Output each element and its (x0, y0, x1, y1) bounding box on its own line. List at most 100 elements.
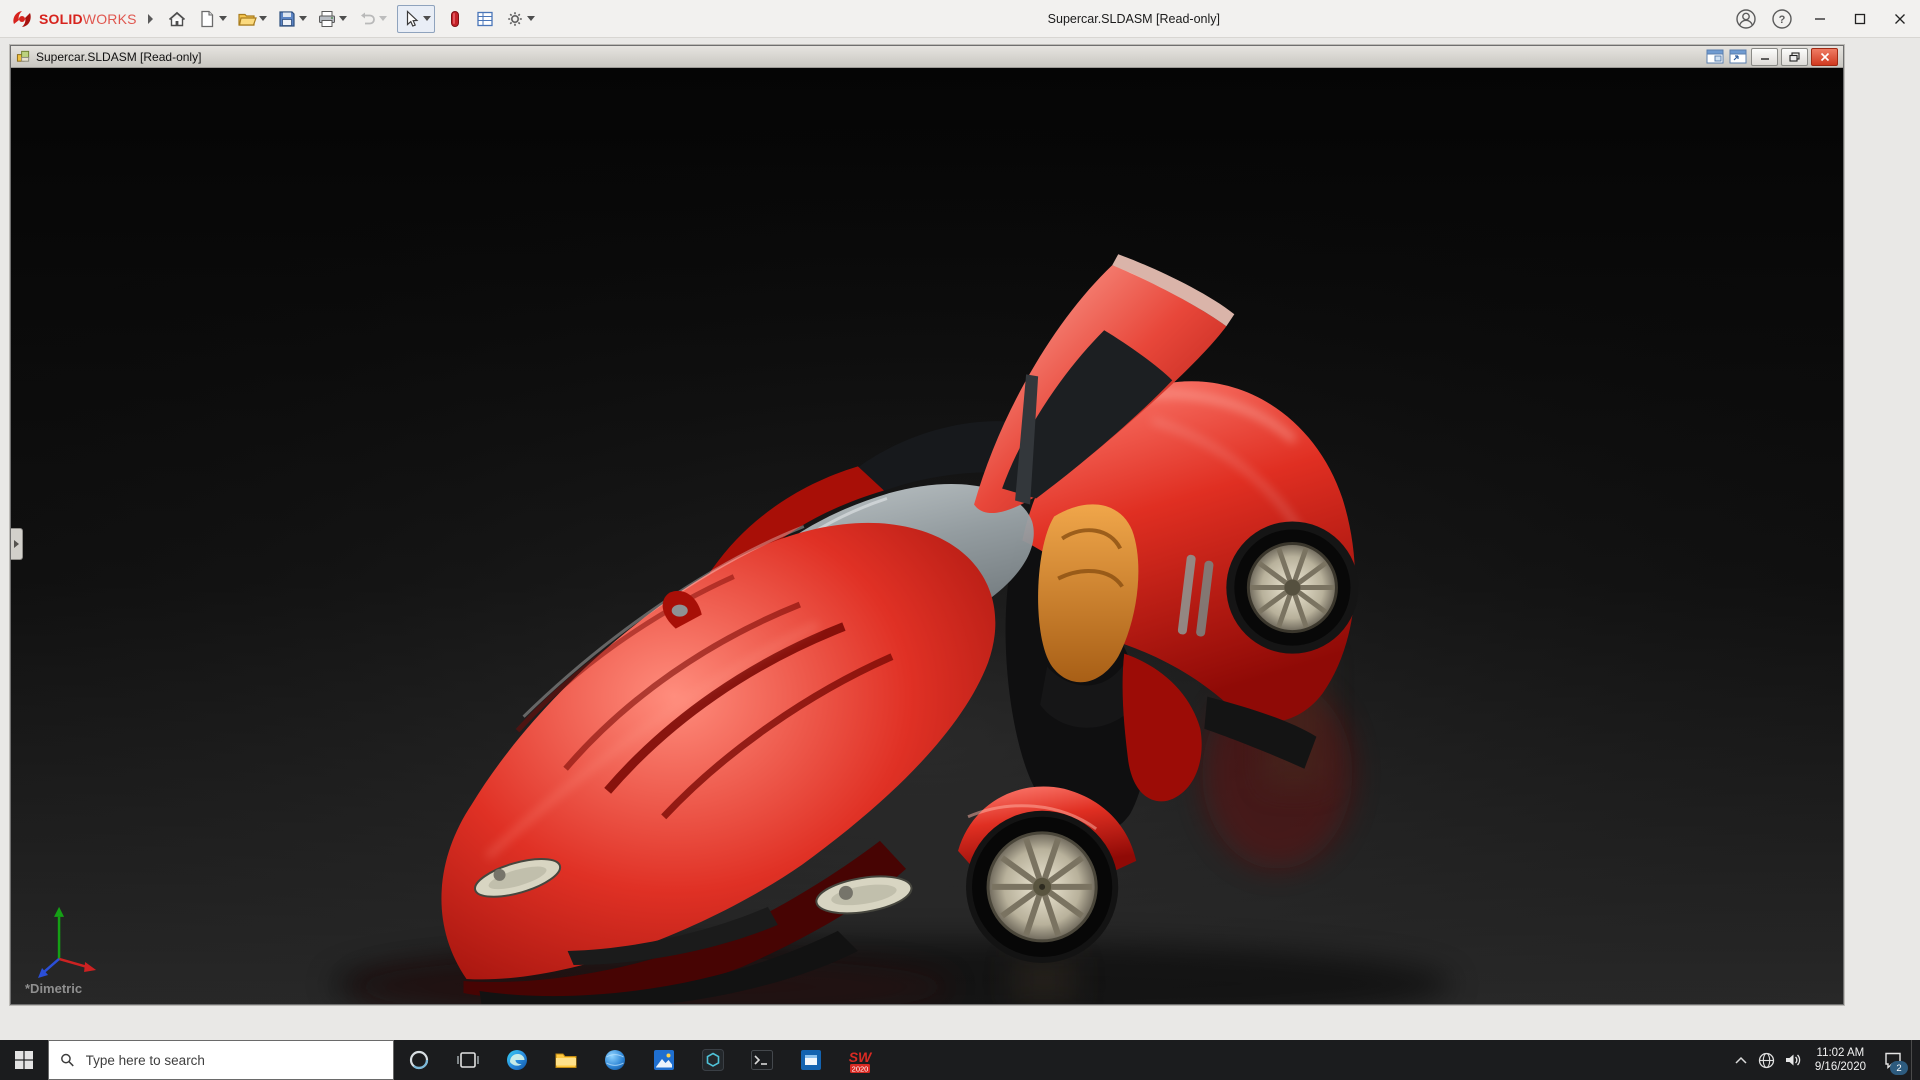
terminal-button[interactable] (737, 1040, 786, 1080)
account-icon (1736, 8, 1756, 29)
rear-wheel (1226, 521, 1359, 654)
svg-text:?: ? (1779, 14, 1786, 26)
doc-minimize-button[interactable] (1751, 47, 1778, 66)
restore-icon (1789, 51, 1800, 62)
document-titlebar: Supercar.SLDASM [Read-only] (11, 46, 1843, 68)
file-explorer-button[interactable] (541, 1040, 590, 1080)
blue-window-app-button[interactable] (786, 1040, 835, 1080)
evaluate-grid-button[interactable] (472, 5, 498, 33)
close-icon (1820, 52, 1829, 61)
doc-close-button[interactable] (1811, 47, 1838, 66)
print-button[interactable] (314, 5, 350, 33)
red-capsule-icon (450, 10, 459, 27)
new-document-button[interactable] (194, 5, 230, 33)
home-button[interactable] (164, 5, 190, 33)
solidworks-brand: SOLIDWORKS (10, 8, 137, 30)
options-dropdown[interactable] (526, 16, 535, 21)
show-desktop-button[interactable] (1911, 1040, 1920, 1080)
windows-logo-icon (15, 1051, 33, 1069)
window-pane-icon (1706, 49, 1724, 64)
app-title: Supercar.SLDASM [Read-only] (1047, 11, 1220, 26)
select-tool-button[interactable] (401, 9, 421, 29)
open-button[interactable] (234, 5, 270, 33)
chevron-up-icon (1735, 1056, 1747, 1064)
pane-toggle-button-1[interactable] (1705, 49, 1725, 65)
close-icon (1895, 13, 1905, 24)
task-view-icon (456, 1052, 479, 1068)
start-button[interactable] (0, 1040, 48, 1080)
document-title: Supercar.SLDASM [Read-only] (36, 49, 202, 64)
taskbar-search-box[interactable] (48, 1040, 394, 1080)
solidworks-2020-button[interactable]: SW 2020 (835, 1040, 884, 1080)
print-icon (318, 10, 335, 27)
minimize-button[interactable] (1800, 0, 1840, 37)
maximize-button[interactable] (1840, 0, 1880, 37)
minimize-icon (1815, 17, 1825, 20)
network-globe-icon (1759, 1052, 1775, 1068)
caret-down-icon (422, 16, 431, 21)
clock-time: 11:02 AM (1816, 1047, 1865, 1059)
open-dropdown[interactable] (258, 16, 267, 21)
save-dropdown[interactable] (298, 16, 307, 21)
search-icon (61, 1053, 74, 1067)
featuremanager-flyout-tab[interactable] (11, 528, 23, 560)
cortana-button[interactable] (394, 1040, 443, 1080)
options-button[interactable] (502, 5, 538, 33)
solidworks-logo-icon (13, 10, 31, 27)
titlebar-right-cluster: ? (1728, 0, 1920, 37)
close-button[interactable] (1880, 0, 1920, 37)
doc-restore-button[interactable] (1781, 47, 1808, 66)
front-wheel (966, 810, 1119, 963)
cortana-icon (409, 1050, 428, 1070)
globe-icon (604, 1050, 625, 1070)
clock[interactable]: 11:02 AM 9/16/2020 (1806, 1046, 1875, 1074)
3d-scene[interactable]: *Dimetric (11, 68, 1843, 1004)
network-button[interactable] (1754, 1040, 1780, 1080)
search-input[interactable] (83, 1051, 382, 1069)
new-document-dropdown[interactable] (218, 16, 227, 21)
save-button[interactable] (274, 5, 310, 33)
chevron-right-icon (147, 13, 153, 24)
caret-down-icon (298, 16, 307, 21)
pane-toggle-button-2[interactable] (1728, 49, 1748, 65)
caret-down-icon (338, 16, 347, 21)
hexagon-app-button[interactable] (688, 1040, 737, 1080)
caret-down-icon (258, 16, 267, 21)
notification-center-button[interactable]: 2 (1875, 1040, 1911, 1080)
undo-button[interactable] (354, 5, 390, 33)
svg-text:SW: SW (848, 1049, 872, 1065)
speaker-icon (1785, 1054, 1801, 1066)
model-viewport[interactable]: *Dimetric (11, 68, 1843, 1004)
photos-icon (653, 1050, 674, 1070)
gear-icon (507, 11, 522, 26)
print-dropdown[interactable] (338, 16, 347, 21)
task-view-button[interactable] (443, 1040, 492, 1080)
toolbar-expand-arrow[interactable] (147, 13, 154, 24)
system-tray: 11:02 AM 9/16/2020 2 (1728, 1040, 1920, 1080)
solidworks-app-icon: SW 2020 (848, 1049, 872, 1074)
svg-text:2020: 2020 (851, 1065, 868, 1074)
grid-table-icon (477, 11, 493, 26)
account-button[interactable] (1731, 4, 1761, 34)
app-titlebar: SOLIDWORKS Supercar.SLDASM [Read-only] ? (0, 0, 1920, 38)
hidden-icons-button[interactable] (1728, 1040, 1754, 1080)
undo-dropdown[interactable] (378, 16, 387, 21)
help-button[interactable]: ? (1767, 4, 1797, 34)
save-icon (279, 10, 295, 27)
document-window: Supercar.SLDASM [Read-only] *Dimetric (10, 45, 1844, 1005)
photos-button[interactable] (639, 1040, 688, 1080)
browser-globe-button[interactable] (590, 1040, 639, 1080)
red-marker-button[interactable] (442, 5, 468, 33)
quick-access-toolbar (162, 0, 540, 37)
caret-down-icon (218, 16, 227, 21)
edge-icon (506, 1050, 527, 1070)
minimize-icon (1760, 58, 1769, 60)
volume-button[interactable] (1780, 1040, 1806, 1080)
file-explorer-icon (555, 1053, 576, 1068)
open-folder-icon (238, 13, 257, 26)
help-icon: ? (1772, 8, 1792, 29)
select-tool-dropdown[interactable] (422, 16, 431, 21)
document-window-buttons (1705, 47, 1838, 66)
edge-button[interactable] (492, 1040, 541, 1080)
flyout-arrow-icon (14, 540, 19, 548)
